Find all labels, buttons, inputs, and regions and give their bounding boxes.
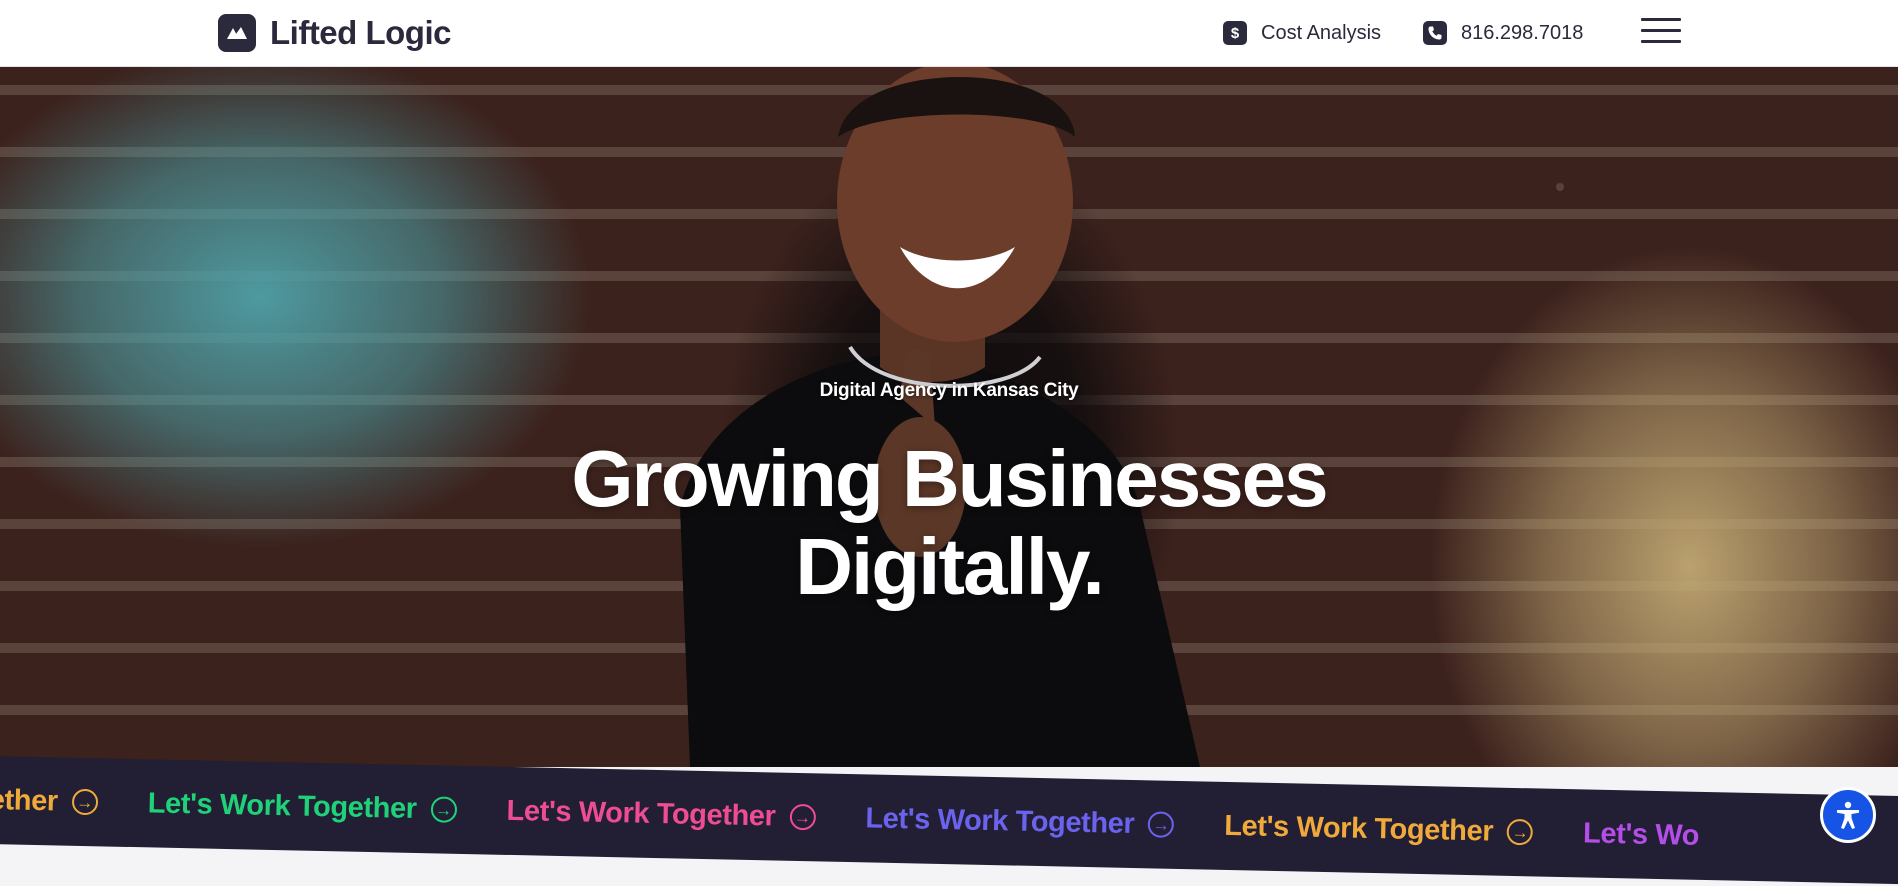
marquee-item-label: Let's Wo [1582, 816, 1700, 852]
site-header: Lifted Logic $ Cost Analysis 816.298.701… [0, 0, 1898, 67]
hero-headline-line-2: Digitally. [795, 522, 1104, 611]
marquee-item-label: Let's Work Together [1223, 809, 1494, 848]
phone-icon [1423, 21, 1447, 45]
marquee-item[interactable]: Let's Wo [1583, 817, 1700, 852]
marquee-item-label: Let's Work Together [147, 786, 417, 825]
logo-mark-icon [218, 14, 256, 52]
arrow-right-circle-icon: → [789, 803, 816, 831]
marquee-item-label: Let's Work Together [865, 801, 1135, 840]
arrow-right-circle-icon: → [1148, 811, 1175, 838]
hero-background-image [680, 67, 1564, 767]
marquee-item[interactable]: Let's Work Together → [865, 802, 1175, 841]
accessibility-icon[interactable] [1820, 787, 1876, 843]
hero-section: Digital Agency in Kansas City Growing Bu… [0, 67, 1898, 767]
arrow-right-circle-icon: → [71, 788, 99, 816]
arrow-right-circle-icon: → [430, 796, 457, 823]
marquee-item[interactable]: Let's Work Together → [147, 787, 457, 826]
brand-logo-link[interactable]: Lifted Logic [218, 14, 451, 52]
brand-name: Lifted Logic [270, 14, 451, 51]
hero-headline-line-1: Growing Businesses [571, 434, 1328, 523]
marquee-item[interactable]: Together → [0, 782, 99, 818]
phone-link[interactable]: 816.298.7018 [1423, 18, 1583, 48]
phone-number-label: 816.298.7018 [1461, 21, 1584, 44]
marquee-item-label: Together [0, 782, 59, 817]
marquee-item-label: Let's Work Together [506, 794, 776, 833]
cost-analysis-link[interactable]: $ Cost Analysis [1223, 18, 1381, 48]
marquee-item[interactable]: Let's Work Together → [506, 794, 816, 833]
cost-analysis-label: Cost Analysis [1261, 21, 1382, 44]
hero-eyebrow: Digital Agency in Kansas City [819, 380, 1079, 401]
hero-headline: Growing Businesses Digitally. [0, 435, 1898, 611]
dollar-icon: $ [1223, 21, 1247, 45]
arrow-right-circle-icon: → [1506, 818, 1534, 846]
hamburger-menu-icon[interactable] [1641, 16, 1683, 46]
marquee-item[interactable]: Let's Work Together → [1224, 809, 1534, 848]
